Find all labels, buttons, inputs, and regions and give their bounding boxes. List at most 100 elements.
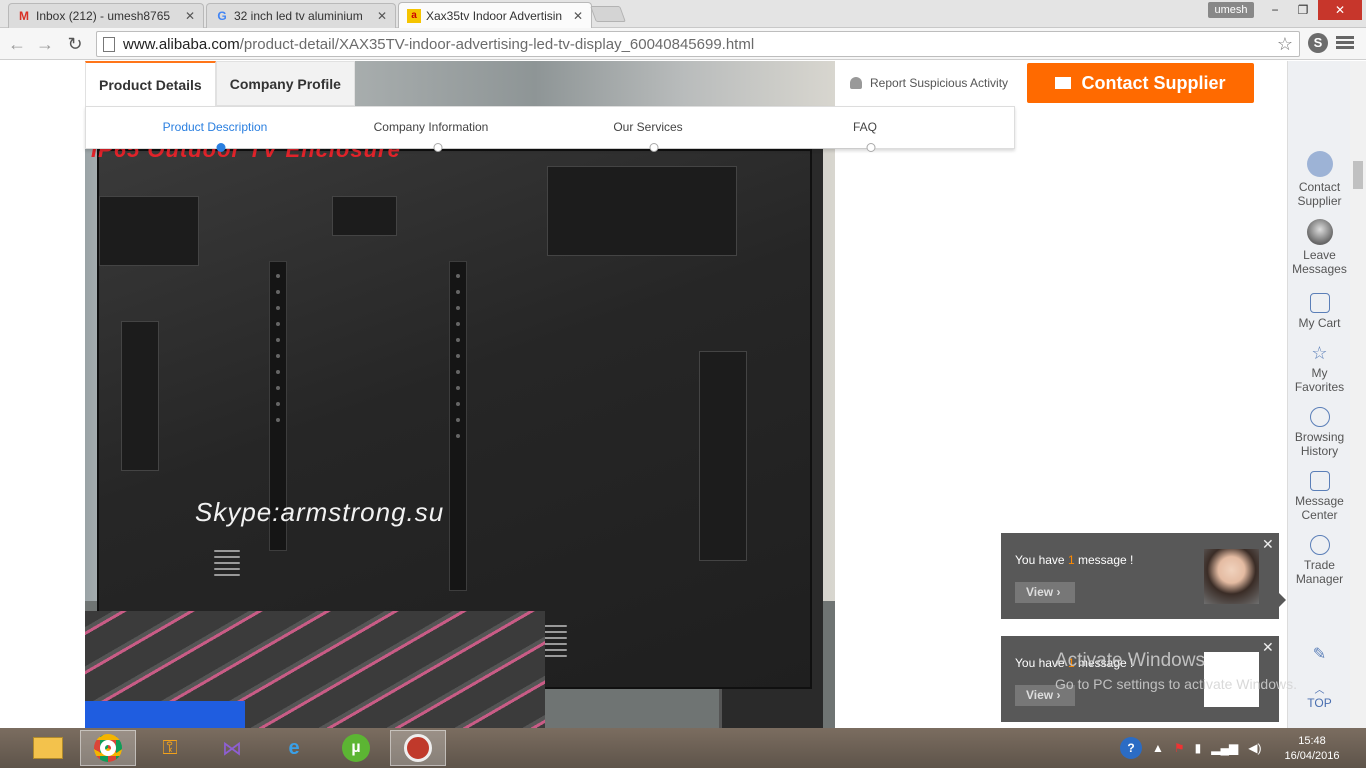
envelope-icon [1306,151,1333,177]
side-bracket-left [121,321,159,471]
chat-icon [1309,535,1330,555]
reload-icon[interactable]: ↻ [64,33,86,55]
sidebar-label: Favorites [1294,380,1345,394]
sidebar-label: Trade [1304,558,1335,572]
product-image[interactable]: IP65 Outdoor TV Enclosure Skype:armstron… [85,61,835,728]
chrome-menu-icon[interactable] [1336,34,1354,52]
report-suspicious-link[interactable]: Report Suspicious Activity [850,76,1008,90]
anchor-faq[interactable]: FAQ [853,120,877,134]
skype-extension-icon[interactable]: S [1308,33,1328,53]
tray-expand-icon[interactable]: ▲ [1152,741,1164,755]
message-count: 1 [1067,553,1075,567]
profile-user-badge[interactable]: umesh [1208,2,1254,18]
sidebar-leave-messages[interactable]: Leave Messages [1288,219,1350,276]
mount-box-left [99,196,199,266]
tab-alibaba[interactable]: a Xax35tv Indoor Advertisin ✕ [398,2,592,28]
message-notification: You have 1 message ! View › ✕ [1001,533,1286,619]
activate-windows-title: Activate Windows [1055,650,1205,671]
back-arrow-icon[interactable]: ← [6,33,28,55]
close-notification-icon[interactable]: ✕ [1262,639,1274,656]
top-label: TOP [1307,696,1332,710]
vesa-rail-right [449,261,467,591]
forward-arrow-icon[interactable]: → [34,33,56,55]
contact-supplier-label: Contact Supplier [1081,72,1226,93]
tab-product-details[interactable]: Product Details [85,61,216,106]
restore-button[interactable]: ❐ [1290,0,1316,20]
taskbar-clock[interactable]: 15:48 16/04/2016 [1272,734,1352,764]
message-text: You have 1 message ! [1015,553,1133,567]
contact-supplier-button[interactable]: Contact Supplier [1027,63,1254,103]
anchor-company-information[interactable]: Company Information [374,120,489,134]
message-icon [1309,471,1330,491]
tab-close-icon[interactable]: ✕ [185,9,195,23]
chrome-icon[interactable] [80,730,136,766]
tab-gmail[interactable]: M Inbox (212) - umesh8765 ✕ [8,3,204,28]
page-icon [103,36,115,52]
side-bracket-right [699,351,747,561]
blue-strip [85,701,245,728]
star-icon: ☆ [1311,343,1328,363]
anchor-progress-line [221,148,871,149]
url-host: www.alibaba.com [123,35,240,53]
app-key-icon[interactable]: ⚿ [142,730,198,766]
internet-explorer-icon[interactable]: e [266,730,322,766]
tab-google-search[interactable]: G 32 inch led tv aluminium ✕ [206,3,396,28]
clock-date: 16/04/2016 [1284,750,1340,762]
sidebar-trade-manager[interactable]: Trade Manager [1288,535,1350,586]
sidebar-label: History [1300,444,1339,458]
page-scrollbar[interactable] [1350,61,1366,728]
anchor-product-description[interactable]: Product Description [163,120,268,134]
network-icon[interactable]: ▂▄▆ [1211,741,1238,755]
visual-studio-icon[interactable]: ⋈ [204,730,260,766]
view-message-button[interactable]: View › [1015,582,1075,603]
new-tab-button[interactable] [590,6,626,22]
anchor-dot [433,143,443,152]
image-watermark-skype: Skype:armstrong.su [195,497,445,527]
sidebar-my-cart[interactable]: My Cart [1288,293,1350,330]
anchor-our-services[interactable]: Our Services [613,120,682,134]
utorrent-icon[interactable]: µ [328,730,384,766]
sidebar-message-center[interactable]: Message Center [1288,471,1350,522]
sidebar-browsing-history[interactable]: Browsing History [1288,407,1350,458]
sidebar-label: Leave [1303,248,1336,262]
connector-plate [332,196,397,236]
file-explorer-icon[interactable] [20,730,76,766]
volume-icon[interactable]: ◀) [1248,741,1261,755]
scroll-thumb[interactable] [1353,161,1363,189]
vent-slots-left [214,546,240,580]
battery-icon[interactable]: ▮ [1195,741,1202,755]
close-window-button[interactable]: ✕ [1318,0,1362,20]
close-notification-icon[interactable]: ✕ [1262,536,1274,553]
tab-title: Xax35tv Indoor Advertisin [426,8,563,23]
edit-icon[interactable]: ✎ [1288,647,1350,663]
help-icon[interactable]: ? [1120,737,1142,759]
page-viewport: IP65 Outdoor TV Enclosure Skype:armstron… [0,61,1350,728]
browser-toolbar: ← → ↻ www.alibaba.com/product-detail/XAX… [0,28,1366,60]
sender-photo [1204,549,1259,604]
sidebar-label: Contact [1298,180,1341,194]
back-to-top-button[interactable]: ︿ TOP [1288,686,1350,711]
activate-windows-subtitle: Go to PC settings to activate Windows. [1055,676,1297,692]
anchor-nav: Product Description Company Information … [85,106,1015,152]
system-tray: ? ▲ ⚑ ▮ ▂▄▆ ◀) [1120,728,1261,768]
sidebar-label: Messages [1292,262,1347,276]
sidebar-contact-supplier[interactable]: Contact Supplier [1288,151,1350,208]
sidebar-label: Browsing [1294,430,1345,444]
alibaba-icon: a [407,8,421,23]
message-suffix: message ! [1074,553,1134,567]
sidebar-label: My Cart [1298,316,1341,330]
tab-close-icon[interactable]: ✕ [573,9,583,23]
google-icon: G [217,9,227,23]
tab-title: Inbox (212) - umesh8765 [36,9,171,23]
tab-close-icon[interactable]: ✕ [377,9,387,23]
sidebar-my-favorites[interactable]: ☆ My Favorites [1288,343,1350,394]
minimize-button[interactable]: − [1262,0,1288,20]
flag-icon[interactable]: ⚑ [1174,741,1185,755]
popup-pointer [1279,593,1286,607]
gmail-icon: M [19,9,29,23]
tab-company-profile[interactable]: Company Profile [215,61,355,106]
bookmark-star-icon[interactable]: ☆ [1277,34,1293,55]
downloader-icon[interactable] [390,730,446,766]
windows-taskbar: ⚿ ⋈ e µ ? ▲ ⚑ ▮ ▂▄▆ ◀) 15:48 16/04/2016 [0,728,1366,768]
address-bar[interactable]: www.alibaba.com/product-detail/XAX35TV-i… [96,31,1300,57]
